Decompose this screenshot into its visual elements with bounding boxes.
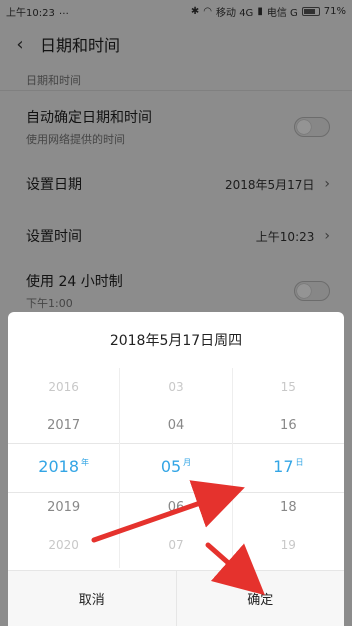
year-unit: 年	[81, 458, 90, 467]
month-unit: 月	[183, 458, 192, 467]
day-option[interactable]: 18	[233, 500, 344, 515]
dialog-title: 2018年5月17日周四	[109, 333, 243, 349]
year-wheel[interactable]: 2016 2017 2018 年 2019 2020	[8, 368, 119, 568]
year-option[interactable]: 2017	[8, 418, 119, 433]
year-selected[interactable]: 2018 年	[8, 457, 119, 476]
confirm-button[interactable]: 确定	[175, 571, 344, 626]
month-option[interactable]: 06	[120, 500, 231, 515]
month-wheel[interactable]: 03 04 05 月 06 07	[119, 368, 231, 568]
dialog-actions: 取消 确定	[8, 570, 344, 626]
date-picker-dialog: 2018年5月17日周四 2016 2017 2018 年 2019 2020 0…	[8, 312, 344, 626]
day-option[interactable]: 15	[233, 380, 344, 394]
day-unit: 日	[295, 458, 304, 467]
month-option[interactable]: 07	[120, 538, 231, 552]
year-option[interactable]: 2019	[8, 500, 119, 515]
day-wheel[interactable]: 15 16 17 日 18 19	[231, 368, 344, 568]
month-selected-value: 05	[160, 457, 182, 476]
month-option[interactable]: 04	[120, 418, 231, 433]
month-selected[interactable]: 05 月	[120, 457, 231, 476]
day-option[interactable]: 19	[233, 538, 344, 552]
year-option[interactable]: 2016	[8, 380, 119, 394]
cancel-button[interactable]: 取消	[8, 571, 176, 626]
date-picker: 2016 2017 2018 年 2019 2020 03 04 05 月 06 0…	[8, 368, 344, 568]
day-selected[interactable]: 17 日	[233, 457, 344, 476]
year-selected-value: 2018	[38, 457, 80, 476]
month-option[interactable]: 03	[120, 380, 231, 394]
day-option[interactable]: 16	[233, 418, 344, 433]
day-selected-value: 17	[273, 457, 294, 476]
year-option[interactable]: 2020	[8, 538, 119, 552]
